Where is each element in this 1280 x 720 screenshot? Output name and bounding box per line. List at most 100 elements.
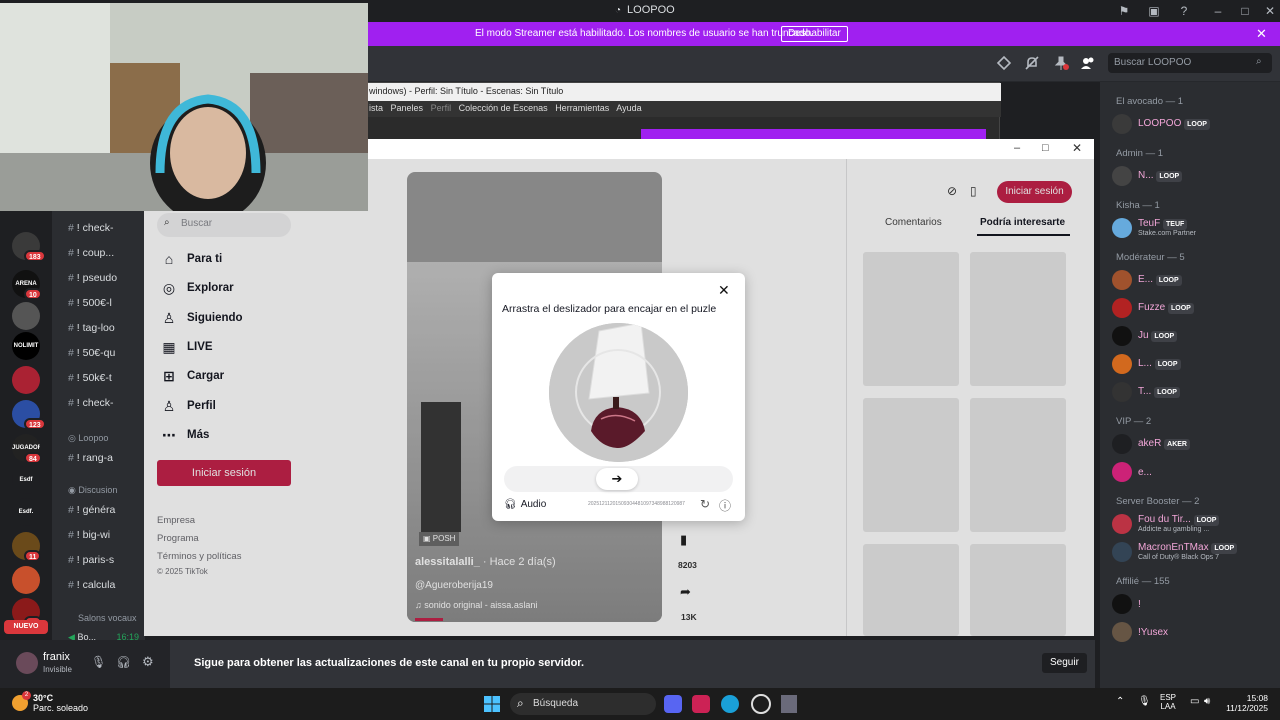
category-voice[interactable]: Salons vocaux — [78, 613, 137, 623]
maximize-button[interactable]: □ — [1237, 3, 1253, 19]
member-tag: LOOP — [1184, 119, 1210, 130]
hash-icon: # — [68, 579, 74, 591]
inbox-icon[interactable]: ▣ — [1146, 3, 1162, 19]
captcha-slider-handle[interactable]: ➔ — [596, 468, 638, 490]
chevron-up-icon[interactable]: ⌃ — [1116, 696, 1124, 707]
obs-menu-ayuda[interactable]: Ayuda — [616, 103, 641, 113]
obs-menu-paneles[interactable]: Paneles — [391, 103, 424, 113]
arrow-right-icon: ➔ — [611, 471, 623, 486]
channel-item[interactable]: # ! 50€-qu — [68, 347, 148, 365]
user-status: Invisible — [43, 665, 72, 674]
close-icon[interactable]: ✕ — [718, 282, 730, 299]
member-item[interactable]: Fou du Tir... LOOP Addicte au gambling ..… — [1112, 512, 1276, 536]
clock[interactable]: 15:08 11/12/2025 — [1220, 693, 1268, 713]
member-item[interactable]: T... LOOP — [1112, 380, 1276, 404]
category-loopoo[interactable]: ◎ Loopoo — [68, 433, 108, 444]
channel-item[interactable]: # ! big-wi — [68, 529, 148, 547]
hash-icon: # — [68, 554, 74, 566]
weather-widget[interactable]: 30°C Parc. soleado — [33, 693, 88, 713]
server-icon[interactable] — [12, 366, 40, 394]
minimize-button[interactable]: – — [1210, 3, 1226, 19]
avatar[interactable] — [16, 652, 38, 674]
obs-menu-ista[interactable]: ista — [369, 103, 383, 113]
channel-item[interactable]: # ! check- — [68, 397, 148, 415]
close-button[interactable]: ✕ — [1262, 3, 1278, 19]
channel-item[interactable]: # ! pseudo — [68, 272, 148, 290]
discord-app-icon[interactable] — [664, 695, 682, 713]
server-icon[interactable]: Esdf — [12, 466, 40, 494]
member-activity: Call of Duty® Black Ops 7 — [1138, 554, 1220, 562]
username[interactable]: franix — [43, 651, 70, 663]
channel-item[interactable]: # ! 500€-l — [68, 297, 148, 315]
gear-icon[interactable]: ⚙ — [142, 654, 154, 670]
server-icon[interactable] — [12, 302, 40, 330]
follow-button[interactable]: Seguir — [1042, 653, 1087, 673]
server-badge: 123 — [24, 418, 46, 430]
member-item[interactable]: LOOPOO LOOP — [1112, 112, 1276, 136]
info-icon[interactable]: ⓘ — [719, 497, 731, 514]
member-item[interactable]: !Yusex — [1112, 620, 1276, 644]
microphone-icon[interactable]: 🎙︎ — [91, 655, 106, 669]
mute-bell-icon[interactable] — [1024, 55, 1042, 73]
threads-icon[interactable] — [996, 55, 1014, 73]
pin-icon[interactable] — [1053, 55, 1071, 73]
maximize-button[interactable]: □ — [1042, 142, 1049, 154]
volume-icon[interactable]: 🔊︎ — [1204, 696, 1210, 707]
channel-item[interactable]: # ! check- — [68, 222, 148, 240]
hash-icon: # — [68, 397, 74, 409]
calculator-icon[interactable] — [781, 695, 797, 713]
language-indicator[interactable]: ESP LAA — [1160, 693, 1176, 711]
server-icon[interactable]: Esdf. — [12, 498, 40, 526]
member-tag: AKER — [1164, 439, 1190, 450]
search-icon: ⌕ — [517, 696, 524, 710]
refresh-icon[interactable]: ↻ — [700, 497, 710, 511]
server-search-input[interactable]: Buscar LOOPOO ⌕ — [1108, 53, 1272, 73]
server-icon[interactable] — [12, 566, 40, 594]
member-item[interactable]: akeR AKER — [1112, 432, 1276, 456]
role-header: VIP — 2 — [1116, 416, 1152, 427]
channel-item[interactable]: # ! généra — [68, 504, 148, 522]
channel-item[interactable]: # ! rang-a — [68, 452, 148, 470]
member-item[interactable]: E... LOOP — [1112, 268, 1276, 292]
network-icon[interactable]: ▭ — [1190, 696, 1199, 707]
avatar — [1112, 514, 1132, 534]
obs-menu-perfil[interactable]: Perfil — [431, 103, 452, 113]
member-item[interactable]: TeuF TEUF Stake.com Partner — [1112, 216, 1276, 240]
category-discussion[interactable]: ◉ Discusion — [68, 485, 117, 496]
obs-menu-herramientas[interactable]: Herramientas — [555, 103, 609, 113]
obs-menu-escenas[interactable]: Colección de Escenas — [459, 103, 548, 113]
avatar — [1112, 622, 1132, 642]
channel-item[interactable]: # ! 50k€-t — [68, 372, 148, 390]
member-item[interactable]: e... — [1112, 460, 1276, 484]
members-icon[interactable] — [1080, 55, 1098, 73]
headset-icon[interactable]: 🎧︎ — [116, 655, 131, 669]
microphone-icon[interactable]: 🎙︎ — [1138, 696, 1151, 707]
member-item[interactable]: MacronEnTMax LOOP Call of Duty® Black Ops… — [1112, 540, 1276, 564]
minimize-button[interactable]: – — [1014, 142, 1020, 154]
member-item[interactable]: Ju LOOP — [1112, 324, 1276, 348]
member-item[interactable]: N... LOOP — [1112, 164, 1276, 188]
avatar — [1112, 270, 1132, 290]
obs-app-icon[interactable] — [751, 694, 771, 714]
close-button[interactable]: ✕ — [1072, 141, 1082, 155]
channel-item[interactable]: # ! tag-loo — [68, 322, 148, 340]
channel-item[interactable]: # ! paris-s — [68, 554, 148, 572]
channel-item[interactable]: # ! coup... — [68, 247, 148, 265]
member-item[interactable]: Fuzze LOOP — [1112, 296, 1276, 320]
close-icon[interactable]: ✕ — [1256, 26, 1267, 42]
member-item[interactable]: ! — [1112, 592, 1276, 616]
taskbar-search-input[interactable]: ⌕ Búsqueda — [510, 693, 656, 715]
obs-menubar: ista Paneles Perfil Colección de Escenas… — [361, 101, 1001, 117]
windows-start-icon[interactable] — [483, 695, 501, 713]
channel-item[interactable]: # ! calcula — [68, 579, 148, 597]
captcha-audio-button[interactable]: 🎧︎ Audio — [504, 499, 546, 510]
edge-icon[interactable] — [721, 695, 739, 713]
server-icon[interactable]: NOLIMIT — [12, 332, 40, 360]
member-tag: LOOP — [1156, 171, 1183, 182]
disable-streamer-button[interactable]: Deshabilitar — [781, 26, 848, 42]
avatar — [1112, 326, 1132, 346]
flag-icon[interactable]: ⚑ — [1116, 3, 1132, 19]
app-icon[interactable] — [692, 695, 710, 713]
member-item[interactable]: L... LOOP — [1112, 352, 1276, 376]
help-icon[interactable]: ? — [1176, 3, 1192, 19]
